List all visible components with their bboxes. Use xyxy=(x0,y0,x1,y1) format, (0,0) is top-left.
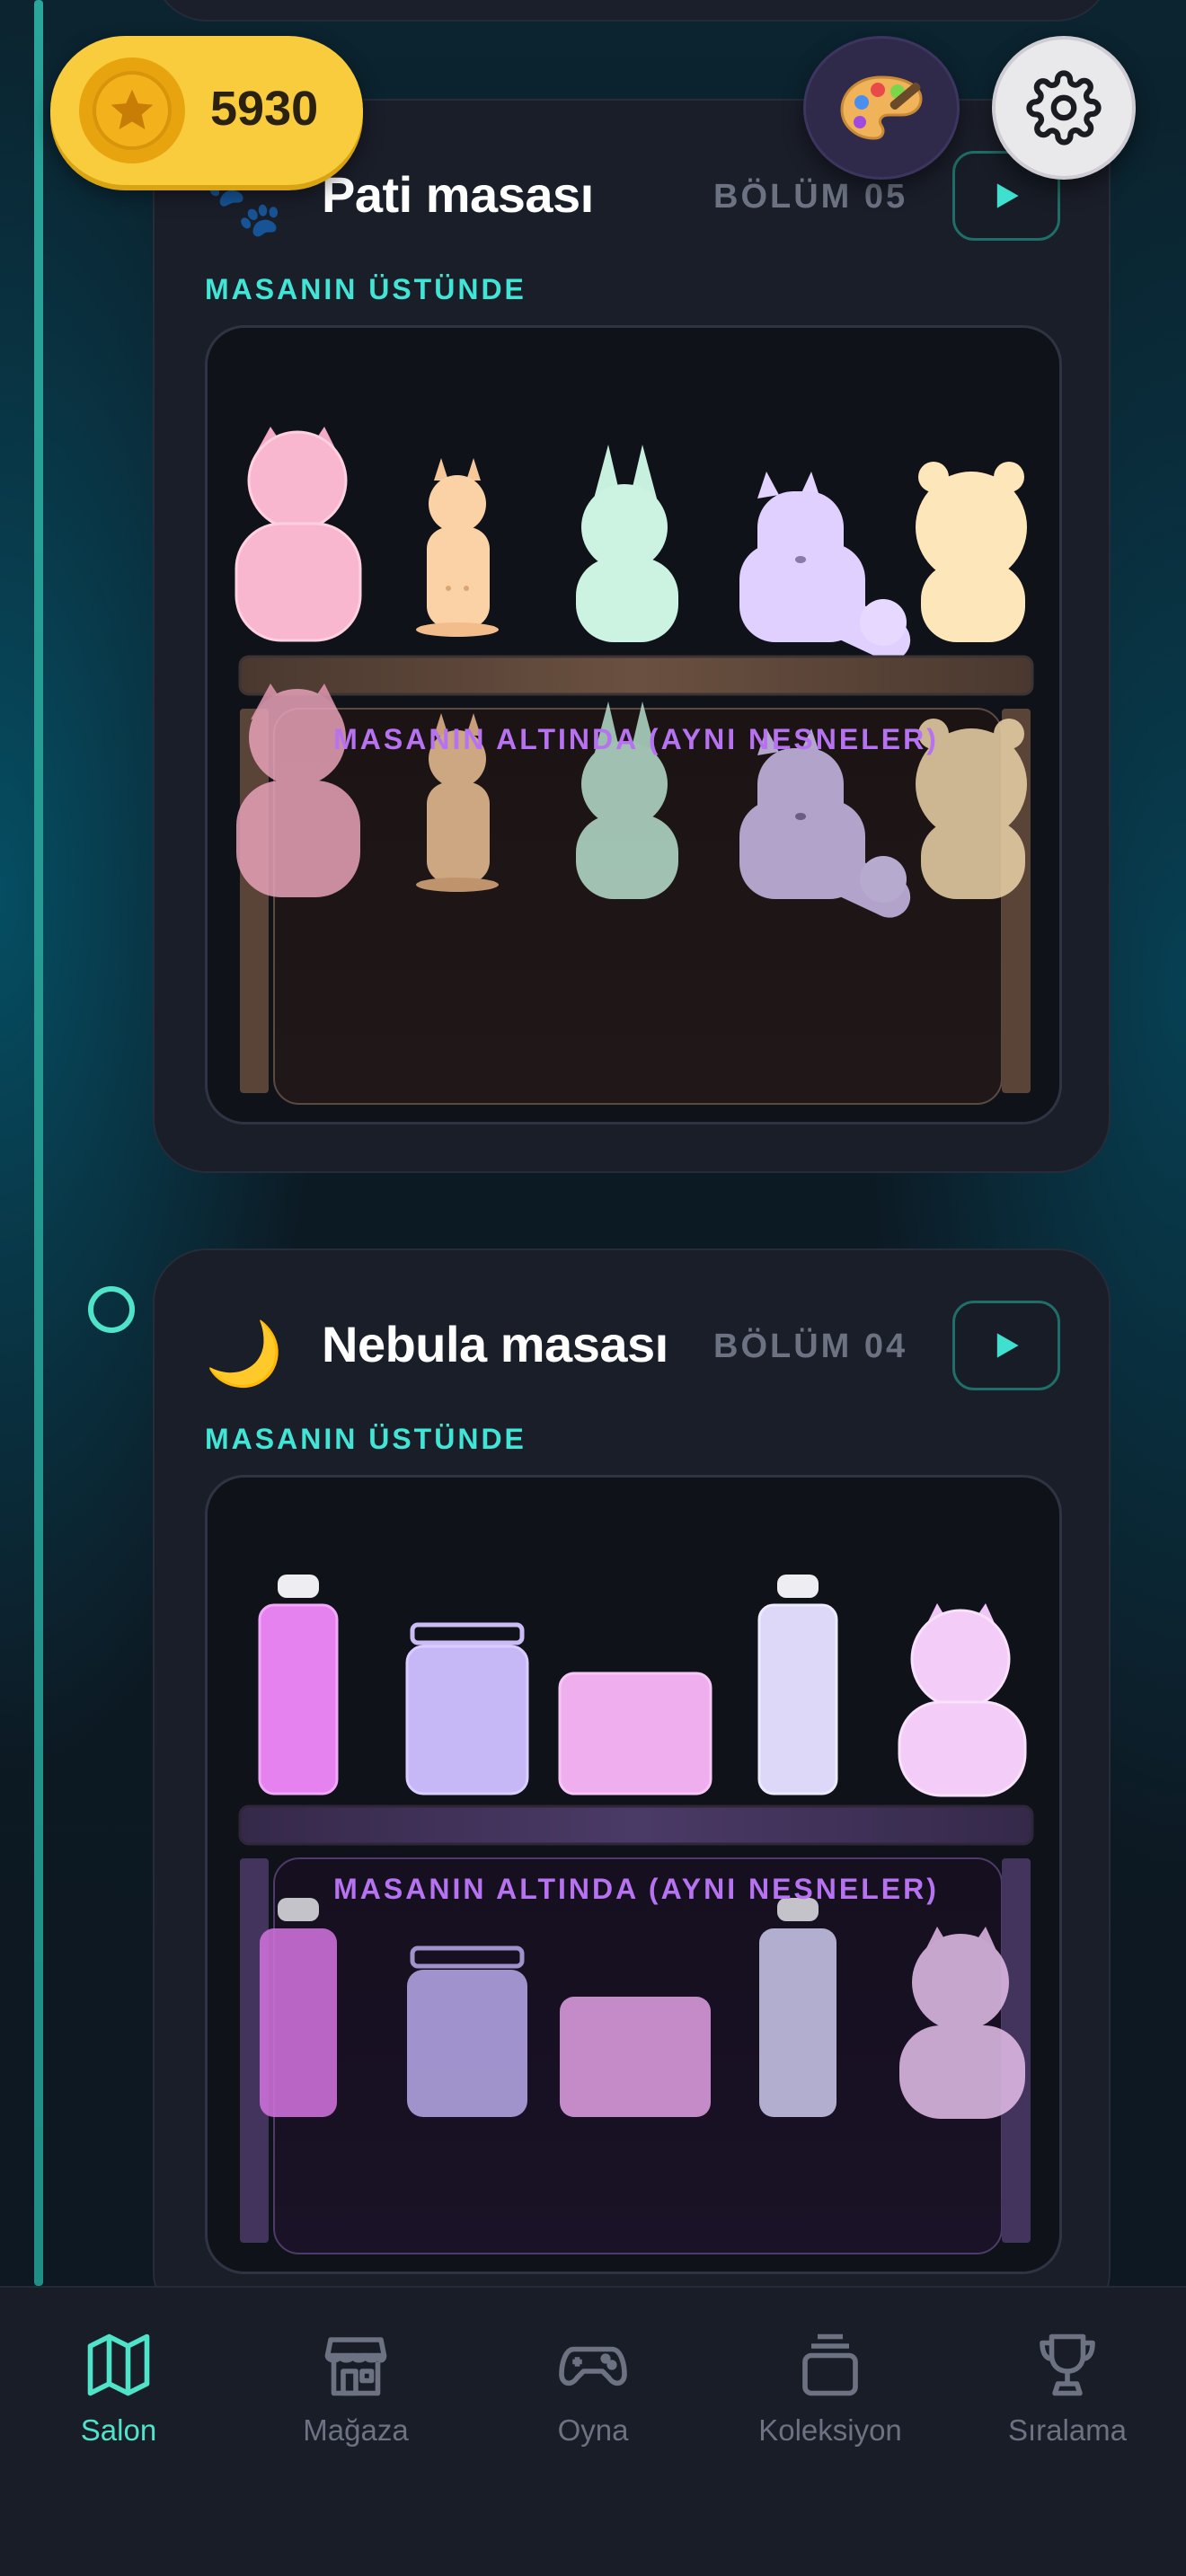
cream-bear[interactable] xyxy=(916,462,1027,642)
progress-rail xyxy=(34,0,43,2286)
chapter-label: BÖLÜM 04 xyxy=(713,1328,908,1365)
table-card-nebula[interactable]: 🌙 Nebula masası BÖLÜM 04 MASANIN ÜSTÜNDE xyxy=(153,1248,1111,2326)
star-coin-icon xyxy=(79,57,185,163)
collection-icon xyxy=(802,2333,858,2396)
settings-button[interactable] xyxy=(992,36,1136,180)
orange-dog[interactable] xyxy=(416,458,499,637)
table-title: Pati masası xyxy=(322,166,594,223)
lavender-jar[interactable] xyxy=(405,1622,529,1795)
tab-magaza[interactable]: Mağaza xyxy=(237,2288,474,2521)
tab-label: Mağaza xyxy=(303,2413,409,2447)
magenta-bottle[interactable] xyxy=(258,1575,339,1795)
pink-cat[interactable] xyxy=(898,1603,1027,1797)
tab-salon[interactable]: Salon xyxy=(0,2288,237,2521)
tab-koleksiyon[interactable]: Koleksiyon xyxy=(712,2288,949,2521)
store-icon xyxy=(324,2337,387,2396)
map-icon xyxy=(87,2333,150,2396)
section-label-on-table: MASANIN ÜSTÜNDE xyxy=(205,273,527,305)
bottom-tab-bar: Salon Mağaza Oyna Koleksiyon Sıralama xyxy=(0,2286,1186,2576)
progress-node xyxy=(88,1286,135,1333)
pink-box[interactable] xyxy=(558,1672,712,1795)
play-icon xyxy=(996,183,1019,208)
tab-oyna[interactable]: Oyna xyxy=(474,2288,712,2521)
gear-icon xyxy=(1026,70,1102,146)
table-stage: MASANIN ALTINDA (AYNI NESNELER) xyxy=(205,1475,1062,2274)
pink-cat[interactable] xyxy=(235,427,362,642)
section-label-under-table: MASANIN ALTINDA (AYNI NESNELER) xyxy=(333,1873,939,1905)
tab-siralama[interactable]: Sıralama xyxy=(949,2288,1186,2521)
lavender-cat[interactable] xyxy=(739,472,917,667)
play-button[interactable] xyxy=(952,1301,1060,1390)
section-label-under-table: MASANIN ALTINDA (AYNI NESNELER) xyxy=(333,723,939,755)
moon-icon: 🌙 xyxy=(205,1317,284,1390)
tab-label: Sıralama xyxy=(1007,2413,1128,2447)
table-card-pati[interactable]: 🐾 Pati masası BÖLÜM 05 MASANIN ÜSTÜNDE M… xyxy=(153,99,1111,1173)
gamepad-icon xyxy=(559,2346,627,2386)
tab-label: Salon xyxy=(80,2413,157,2447)
white-bottle[interactable] xyxy=(757,1575,838,1795)
coin-count: 5930 xyxy=(210,82,319,136)
play-icon xyxy=(996,1333,1019,1358)
chapter-label: BÖLÜM 05 xyxy=(713,178,908,216)
palette-button[interactable] xyxy=(803,36,960,180)
tab-label: Oyna xyxy=(557,2413,629,2447)
mint-bunny[interactable] xyxy=(576,445,678,642)
table-stage: MASANIN ALTINDA (AYNI NESNELER) xyxy=(205,325,1062,1125)
palette-icon xyxy=(840,75,923,140)
section-label-on-table: MASANIN ÜSTÜNDE xyxy=(205,1423,527,1455)
trophy-icon xyxy=(1040,2333,1095,2396)
previous-card-edge xyxy=(153,0,1111,22)
table-title: Nebula masası xyxy=(322,1316,668,1372)
tab-label: Koleksiyon xyxy=(758,2413,902,2447)
coin-counter[interactable]: 5930 xyxy=(50,36,363,185)
